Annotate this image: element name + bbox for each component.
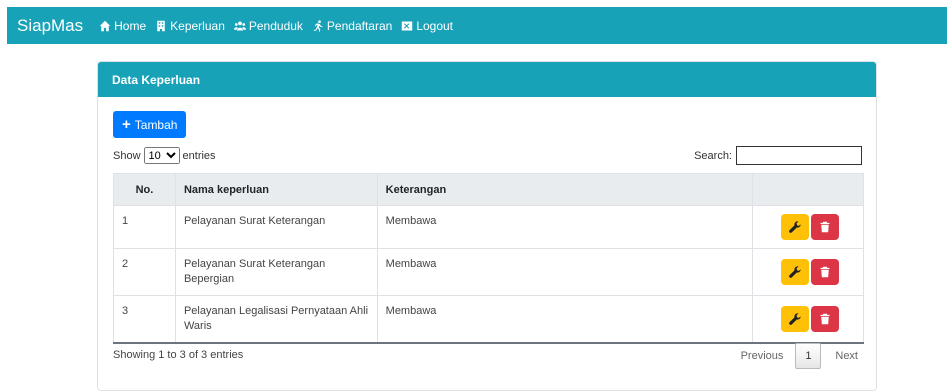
close-box-icon	[402, 21, 413, 30]
cell-keterangan: Membawa	[376, 248, 754, 296]
cell-no: 1	[113, 205, 176, 249]
nav-logout-label: Logout	[416, 18, 454, 33]
next-button[interactable]: Next	[835, 350, 858, 362]
entries-select[interactable]: 10	[143, 147, 180, 164]
cell-actions	[752, 205, 864, 249]
header-keterangan[interactable]: Keterangan	[376, 173, 754, 206]
cell-nama: Pelayanan Surat Keterangan Bepergian	[174, 248, 378, 296]
cell-no: 2	[113, 248, 176, 296]
page-button-1[interactable]: 1	[795, 343, 822, 369]
cell-actions	[752, 295, 864, 344]
wrench-icon	[789, 313, 801, 325]
trash-icon	[820, 221, 830, 233]
delete-button[interactable]	[811, 259, 839, 285]
nav-home-label: Home	[114, 18, 147, 33]
add-button[interactable]: + Tambah	[113, 111, 187, 138]
keperluan-table: No. Nama keperluan Keterangan 1 Pelayana…	[113, 173, 864, 344]
cell-keterangan: Membawa	[376, 295, 754, 344]
nav-home[interactable]: Home	[99, 19, 146, 33]
edit-button[interactable]	[781, 259, 809, 285]
nav-penduduk-label: Penduduk	[248, 18, 303, 33]
table-row: 1 Pelayanan Surat Keterangan Membawa	[113, 205, 864, 249]
search-control: Search:	[694, 146, 862, 165]
nav-keperluan-label: Keperluan	[170, 18, 225, 33]
building-icon	[157, 20, 165, 31]
brand-logo[interactable]: SiapMas	[17, 16, 83, 36]
pagination: Previous 1 Next	[741, 343, 858, 369]
nav-penduduk[interactable]: Penduduk	[233, 18, 303, 33]
card-header: Data Keperluan	[98, 62, 876, 97]
table-row: 2 Pelayanan Surat Keterangan Bepergian M…	[113, 248, 864, 296]
cell-actions	[752, 248, 864, 296]
users-icon	[233, 21, 246, 30]
table-row: 3 Pelayanan Legalisasi Pernyataan Ahli W…	[113, 295, 864, 344]
nav-pendaftaran[interactable]: Pendaftaran	[312, 19, 392, 33]
search-input[interactable]	[736, 146, 862, 165]
add-button-label: Tambah	[134, 117, 178, 132]
running-icon	[313, 19, 323, 32]
header-nama[interactable]: Nama keperluan	[174, 173, 378, 206]
delete-button[interactable]	[811, 306, 839, 332]
cell-keterangan: Membawa	[376, 205, 754, 249]
trash-icon	[820, 266, 830, 278]
entries-length-control: Show 10 entries	[113, 147, 216, 164]
nav-pendaftaran-label: Pendaftaran	[326, 18, 393, 33]
wrench-icon	[789, 221, 801, 233]
show-suffix: entries	[182, 149, 216, 162]
home-icon	[99, 20, 111, 31]
show-prefix: Show	[113, 149, 141, 162]
trash-icon	[820, 313, 830, 325]
card-title: Data Keperluan	[112, 72, 201, 87]
table-header-row: No. Nama keperluan Keterangan	[113, 173, 864, 206]
edit-button[interactable]	[781, 214, 809, 240]
plus-icon: +	[122, 116, 131, 133]
cell-nama: Pelayanan Legalisasi Pernyataan Ahli War…	[174, 295, 378, 344]
header-actions	[752, 173, 864, 206]
delete-button[interactable]	[811, 214, 839, 240]
nav-logout[interactable]: Logout	[401, 19, 453, 33]
header-no[interactable]: No.	[113, 173, 176, 206]
edit-button[interactable]	[781, 306, 809, 332]
wrench-icon	[789, 266, 801, 278]
cell-no: 3	[113, 295, 176, 344]
table-info: Showing 1 to 3 of 3 entries	[113, 349, 244, 361]
nav-keperluan[interactable]: Keperluan	[155, 19, 225, 33]
search-label: Search:	[694, 149, 732, 162]
top-navbar: SiapMas Home Keperluan Penduduk Pendafta…	[7, 7, 947, 44]
data-keperluan-card: Data Keperluan + Tambah Show 10 entries …	[97, 61, 877, 391]
previous-button[interactable]: Previous	[741, 350, 784, 362]
cell-nama: Pelayanan Surat Keterangan	[174, 205, 378, 249]
